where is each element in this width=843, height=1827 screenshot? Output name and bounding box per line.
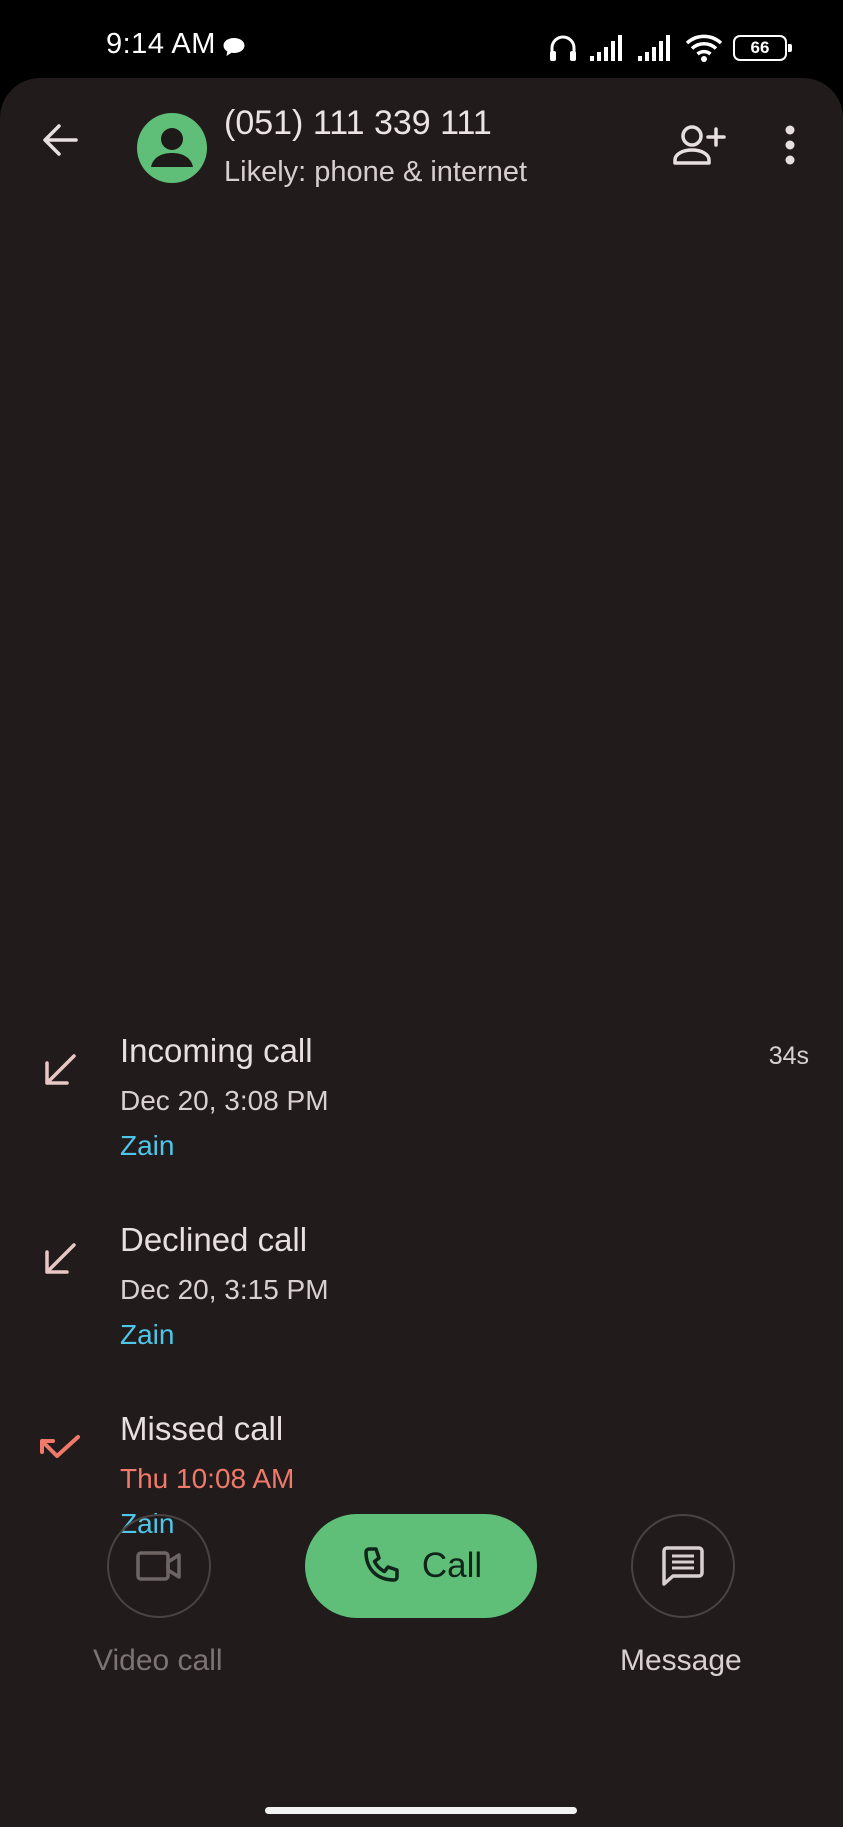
status-bar: 9:14 AM 66 <box>0 0 843 80</box>
message-button[interactable] <box>631 1514 735 1618</box>
videocam-icon <box>136 1551 181 1581</box>
call-duration: 34s <box>768 1042 809 1070</box>
headphones-icon <box>550 35 576 61</box>
incoming-call-icon <box>45 1243 76 1274</box>
incoming-call-icon <box>45 1054 76 1085</box>
more-options-button[interactable] <box>770 120 810 170</box>
call-time: Dec 20, 3:15 PM <box>120 1274 329 1305</box>
call-history-list: Incoming call Dec 20, 3:08 PM Zain 34s D… <box>0 1018 843 1585</box>
call-sim: Zain <box>120 1130 175 1161</box>
video-call-button[interactable] <box>107 1514 211 1618</box>
phone-icon <box>364 1547 399 1582</box>
contact-subtitle: Likely: phone & internet <box>224 156 528 188</box>
call-type: Missed call <box>120 1410 284 1447</box>
call-sim: Zain <box>120 1319 175 1350</box>
action-bar: Call Video call Message <box>0 1514 843 1714</box>
call-type: Declined call <box>120 1221 308 1258</box>
missed-call-icon <box>40 1435 80 1458</box>
signal-icon <box>638 35 670 61</box>
call-type: Incoming call <box>120 1032 313 1069</box>
status-icons: 66 <box>547 30 792 66</box>
person-add-icon <box>673 125 726 165</box>
call-time: Thu 10:08 AM <box>120 1463 295 1494</box>
call-history-item[interactable]: Incoming call Dec 20, 3:08 PM Zain 34s <box>0 1018 843 1207</box>
call-button-label: Call <box>421 1546 483 1585</box>
contact-number: (051) 111 339 111 <box>224 104 492 142</box>
call-time: Dec 20, 3:08 PM <box>120 1085 329 1116</box>
message-label: Message <box>620 1644 742 1677</box>
battery-icon: 66 <box>733 35 792 61</box>
more-vert-icon <box>785 125 795 165</box>
add-contact-button[interactable] <box>670 120 728 170</box>
chat-bubble-icon <box>223 38 245 56</box>
call-history-item[interactable]: Declined call Dec 20, 3:15 PM Zain <box>0 1207 843 1396</box>
person-icon <box>151 128 193 167</box>
arrow-back-icon <box>43 124 78 156</box>
home-indicator[interactable] <box>265 1807 577 1814</box>
app-bar: (051) 111 339 111 Likely: phone & intern… <box>0 78 843 218</box>
call-button[interactable]: Call <box>305 1514 537 1618</box>
back-button[interactable] <box>36 116 84 164</box>
wifi-icon <box>685 34 723 62</box>
signal-icon <box>590 35 622 61</box>
avatar <box>137 113 207 183</box>
status-time: 9:14 AM <box>106 28 216 60</box>
video-call-label: Video call <box>93 1644 223 1677</box>
message-icon <box>662 1546 704 1586</box>
